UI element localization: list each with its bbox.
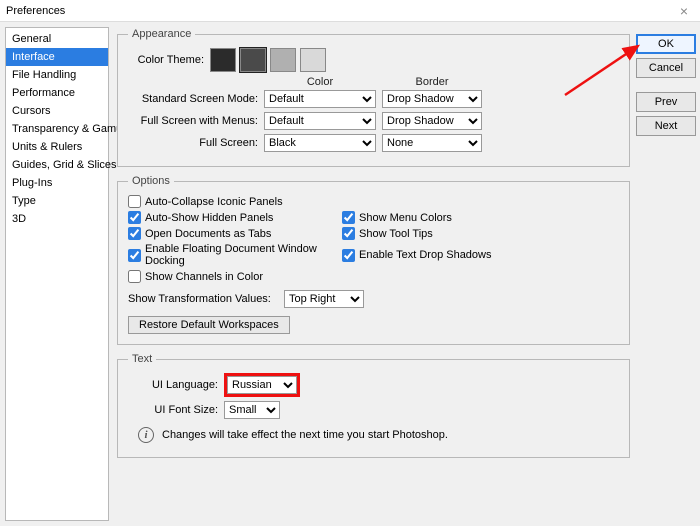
- label-docking: Enable Floating Document Window Docking: [145, 243, 338, 267]
- theme-swatch-1[interactable]: [240, 48, 266, 72]
- sidebar-item-general[interactable]: General: [6, 30, 108, 48]
- screen-mode-border-1[interactable]: Drop Shadow: [382, 112, 482, 130]
- label-auto-collapse: Auto-Collapse Iconic Panels: [145, 196, 283, 208]
- checkbox-auto-collapse[interactable]: [128, 195, 141, 208]
- screen-mode-color-2[interactable]: Black: [264, 134, 376, 152]
- theme-swatch-0[interactable]: [210, 48, 236, 72]
- check-auto-collapse[interactable]: Auto-Collapse Iconic Panels: [128, 195, 619, 208]
- check-docking[interactable]: Enable Floating Document Window Docking: [128, 243, 338, 267]
- screen-mode-border-0[interactable]: Drop Shadow: [382, 90, 482, 108]
- label-tool-tips: Show Tool Tips: [359, 228, 433, 240]
- sidebar-item-cursors[interactable]: Cursors: [6, 102, 108, 120]
- check-tool-tips[interactable]: Show Tool Tips: [342, 227, 619, 240]
- ui-language-highlight: Russian: [224, 373, 300, 397]
- screen-mode-label-2: Full Screen:: [128, 137, 258, 149]
- dialog-buttons: OK Cancel Prev Next: [636, 28, 696, 520]
- label-open-tabs: Open Documents as Tabs: [145, 228, 271, 240]
- prev-button[interactable]: Prev: [636, 92, 696, 112]
- screen-mode-label-0: Standard Screen Mode:: [128, 93, 258, 105]
- panels: Appearance Color Theme: Color Border Sta…: [117, 28, 630, 520]
- screen-mode-color-0[interactable]: Default: [264, 90, 376, 108]
- ui-font-size-label: UI Font Size:: [128, 404, 218, 416]
- prev-label: Prev: [655, 96, 678, 108]
- checkbox-channels[interactable]: [128, 270, 141, 283]
- info-text: Changes will take effect the next time y…: [162, 429, 448, 441]
- label-text-shadows: Enable Text Drop Shadows: [359, 249, 492, 261]
- checkbox-menu-colors[interactable]: [342, 211, 355, 224]
- screen-mode-label-1: Full Screen with Menus:: [128, 115, 258, 127]
- info-row: i Changes will take effect the next time…: [138, 427, 619, 443]
- sidebar-item-plug-ins[interactable]: Plug-Ins: [6, 174, 108, 192]
- cancel-button[interactable]: Cancel: [636, 58, 696, 78]
- ui-language-select[interactable]: Russian: [227, 376, 297, 394]
- screen-mode-color-1[interactable]: Default: [264, 112, 376, 130]
- sidebar-item-units-rulers[interactable]: Units & Rulers: [6, 138, 108, 156]
- check-channels[interactable]: Show Channels in Color: [128, 270, 619, 283]
- check-open-tabs[interactable]: Open Documents as Tabs: [128, 227, 338, 240]
- sidebar-item-guides-grid-slices[interactable]: Guides, Grid & Slices: [6, 156, 108, 174]
- checkbox-docking[interactable]: [128, 249, 141, 262]
- restore-workspaces-label: Restore Default Workspaces: [139, 319, 279, 331]
- restore-workspaces-button[interactable]: Restore Default Workspaces: [128, 316, 290, 334]
- header-color: Color: [264, 76, 376, 88]
- main-area: Appearance Color Theme: Color Border Sta…: [109, 22, 700, 526]
- ui-language-label: UI Language:: [128, 379, 218, 391]
- sidebar: GeneralInterfaceFile HandlingPerformance…: [5, 27, 109, 521]
- header-border: Border: [382, 76, 482, 88]
- close-icon[interactable]: ×: [674, 3, 694, 19]
- checkbox-auto-show[interactable]: [128, 211, 141, 224]
- screen-mode-row-2: Full Screen: Black None: [128, 134, 619, 152]
- screen-mode-row-0: Standard Screen Mode: Default Drop Shadow: [128, 90, 619, 108]
- theme-swatch-2[interactable]: [270, 48, 296, 72]
- checkbox-tool-tips[interactable]: [342, 227, 355, 240]
- ui-font-size-select[interactable]: Small: [224, 401, 280, 419]
- check-auto-show[interactable]: Auto-Show Hidden Panels: [128, 211, 338, 224]
- text-group: Text UI Language: Russian UI Font Size: …: [117, 353, 630, 458]
- transform-values-label: Show Transformation Values:: [128, 293, 278, 305]
- screen-mode-border-2[interactable]: None: [382, 134, 482, 152]
- label-auto-show: Auto-Show Hidden Panels: [145, 212, 273, 224]
- appearance-group: Appearance Color Theme: Color Border Sta…: [117, 28, 630, 167]
- sidebar-item-file-handling[interactable]: File Handling: [6, 66, 108, 84]
- color-theme-swatches: [210, 48, 326, 72]
- checkbox-text-shadows[interactable]: [342, 249, 355, 262]
- info-icon: i: [138, 427, 154, 443]
- dialog-body: GeneralInterfaceFile HandlingPerformance…: [0, 22, 700, 526]
- check-menu-colors[interactable]: Show Menu Colors: [342, 211, 619, 224]
- sidebar-item-transparency-gamut[interactable]: Transparency & Gamut: [6, 120, 108, 138]
- ok-label: OK: [658, 38, 674, 50]
- titlebar: Preferences ×: [0, 0, 700, 22]
- appearance-legend: Appearance: [128, 28, 195, 40]
- window-title: Preferences: [6, 5, 65, 17]
- transform-values-select[interactable]: Top Right: [284, 290, 364, 308]
- options-group: Options Auto-Collapse Iconic Panels Auto…: [117, 175, 630, 345]
- check-text-shadows[interactable]: Enable Text Drop Shadows: [342, 243, 619, 267]
- ok-button[interactable]: OK: [636, 34, 696, 54]
- column-headers: Color Border: [264, 76, 619, 88]
- cancel-label: Cancel: [649, 62, 683, 74]
- color-theme-label: Color Theme:: [128, 54, 204, 66]
- label-menu-colors: Show Menu Colors: [359, 212, 452, 224]
- next-label: Next: [655, 120, 678, 132]
- options-legend: Options: [128, 175, 174, 187]
- checkbox-open-tabs[interactable]: [128, 227, 141, 240]
- theme-swatch-3[interactable]: [300, 48, 326, 72]
- next-button[interactable]: Next: [636, 116, 696, 136]
- text-legend: Text: [128, 353, 156, 365]
- label-channels: Show Channels in Color: [145, 271, 263, 283]
- options-grid: Auto-Collapse Iconic Panels Auto-Show Hi…: [128, 195, 619, 286]
- sidebar-item-performance[interactable]: Performance: [6, 84, 108, 102]
- screen-mode-row-1: Full Screen with Menus: Default Drop Shado…: [128, 112, 619, 130]
- sidebar-item-type[interactable]: Type: [6, 192, 108, 210]
- sidebar-item-3d[interactable]: 3D: [6, 210, 108, 228]
- sidebar-item-interface[interactable]: Interface: [6, 48, 108, 66]
